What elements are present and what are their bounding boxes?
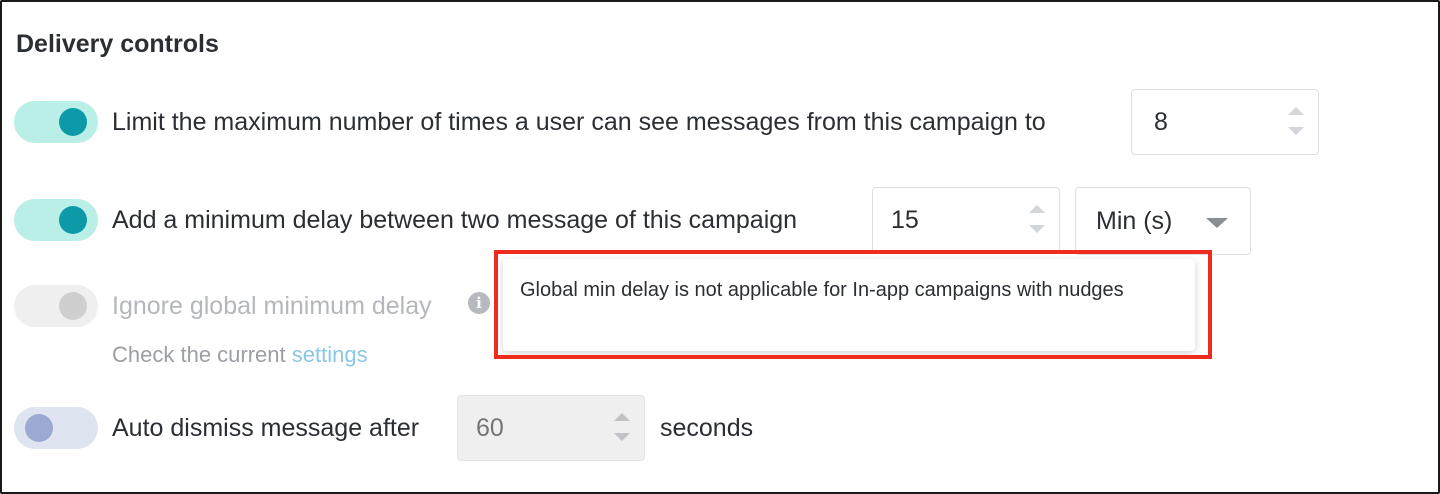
chevron-down-icon bbox=[1206, 218, 1228, 228]
auto-dismiss-toggle[interactable] bbox=[14, 407, 98, 449]
stepper-down-icon[interactable] bbox=[614, 433, 630, 441]
max-views-toggle[interactable] bbox=[14, 101, 98, 143]
settings-hint-text: Check the current bbox=[112, 342, 286, 367]
min-delay-input[interactable] bbox=[872, 187, 1060, 253]
stepper-down-icon[interactable] bbox=[1029, 225, 1045, 233]
auto-dismiss-field[interactable] bbox=[458, 396, 644, 460]
stepper-up-icon[interactable] bbox=[1029, 205, 1045, 213]
stepper-up-icon[interactable] bbox=[1288, 107, 1304, 115]
max-views-label: Limit the maximum number of times a user… bbox=[112, 108, 1046, 136]
stepper-up-icon[interactable] bbox=[614, 413, 630, 421]
auto-dismiss-input[interactable] bbox=[457, 395, 645, 461]
info-icon[interactable]: i bbox=[468, 292, 490, 314]
tooltip-highlight-box bbox=[494, 250, 1212, 359]
delay-unit-value: Min (s) bbox=[1096, 207, 1173, 235]
max-views-field[interactable] bbox=[1132, 90, 1318, 154]
toggle-knob bbox=[59, 108, 87, 136]
min-delay-toggle[interactable] bbox=[14, 199, 98, 241]
auto-dismiss-suffix: seconds bbox=[660, 414, 754, 442]
min-delay-label: Add a minimum delay between two message … bbox=[112, 206, 798, 234]
ignore-global-toggle[interactable] bbox=[14, 285, 98, 327]
toggle-knob bbox=[59, 292, 87, 320]
toggle-knob bbox=[25, 414, 53, 442]
auto-dismiss-label: Auto dismiss message after bbox=[112, 414, 420, 442]
ignore-global-label: Ignore global minimum delay bbox=[112, 292, 432, 320]
settings-link[interactable]: settings bbox=[292, 342, 368, 367]
delay-unit-select[interactable]: Min (s) bbox=[1075, 187, 1251, 255]
min-delay-field[interactable] bbox=[873, 188, 1059, 252]
stepper-down-icon[interactable] bbox=[1288, 127, 1304, 135]
section-title: Delivery controls bbox=[16, 30, 219, 58]
max-views-input[interactable] bbox=[1131, 89, 1319, 155]
settings-hint: Check the current settings bbox=[112, 342, 368, 368]
toggle-knob bbox=[59, 206, 87, 234]
